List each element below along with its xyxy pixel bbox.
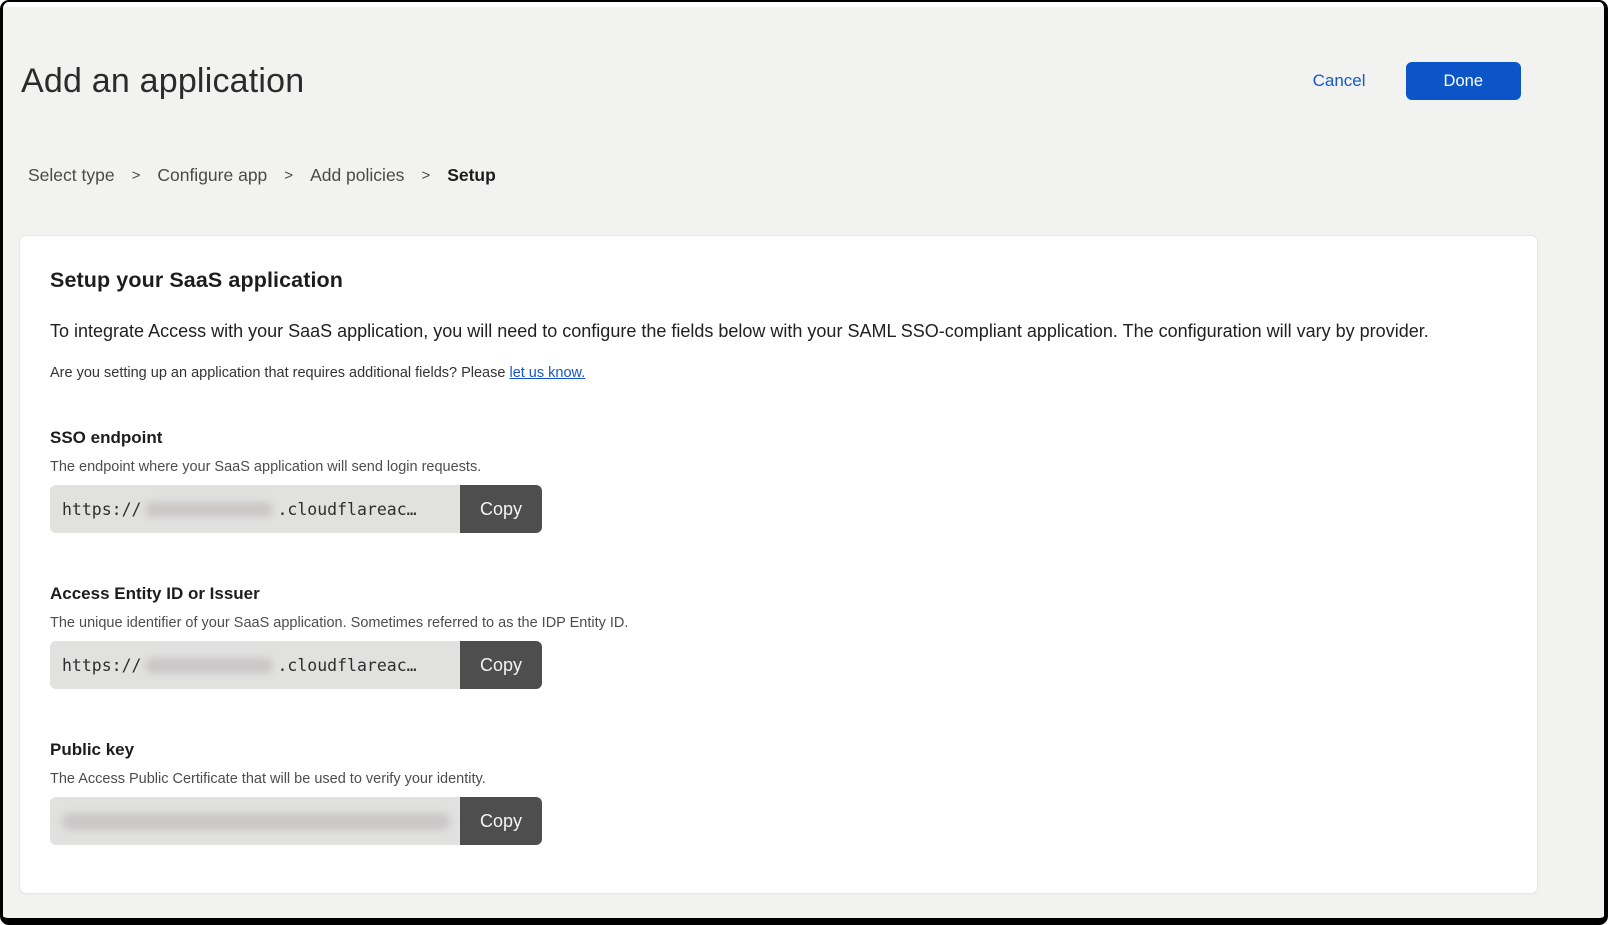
value-prefix: https:// xyxy=(62,656,141,675)
page-title: Add an application xyxy=(21,59,304,103)
redacted-value xyxy=(145,658,273,673)
copy-public-key-button[interactable]: Copy xyxy=(460,797,542,845)
cancel-button[interactable]: Cancel xyxy=(1313,71,1366,91)
field-description: The unique identifier of your SaaS appli… xyxy=(50,615,1507,631)
setup-card: Setup your SaaS application To integrate… xyxy=(19,235,1538,894)
let-us-know-link[interactable]: let us know. xyxy=(509,365,585,381)
top-strip xyxy=(3,2,1604,7)
value-prefix: https:// xyxy=(62,500,141,519)
breadcrumb-separator: > xyxy=(421,167,430,184)
field-label: Access Entity ID or Issuer xyxy=(50,584,1507,604)
page-header: Add an application Cancel Done xyxy=(21,59,1521,103)
field-public-key: Public key The Access Public Certificate… xyxy=(50,740,1507,845)
card-description: To integrate Access with your SaaS appli… xyxy=(50,318,1507,344)
header-actions: Cancel Done xyxy=(1313,62,1521,100)
breadcrumb-step-select-type[interactable]: Select type xyxy=(28,165,115,186)
value-row: https:// .cloudflareac… Copy xyxy=(50,641,542,689)
card-heading: Setup your SaaS application xyxy=(50,268,1507,293)
field-description: The endpoint where your SaaS application… xyxy=(50,459,1507,475)
sso-endpoint-value[interactable]: https:// .cloudflareac… xyxy=(50,485,460,533)
field-label: Public key xyxy=(50,740,1507,760)
copy-access-entity-id-button[interactable]: Copy xyxy=(460,641,542,689)
access-entity-id-value[interactable]: https:// .cloudflareac… xyxy=(50,641,460,689)
copy-sso-endpoint-button[interactable]: Copy xyxy=(460,485,542,533)
field-description: The Access Public Certificate that will … xyxy=(50,771,1507,787)
public-key-value[interactable] xyxy=(50,797,460,845)
breadcrumb-step-add-policies[interactable]: Add policies xyxy=(310,165,404,186)
field-label: SSO endpoint xyxy=(50,428,1507,448)
field-access-entity-id: Access Entity ID or Issuer The unique id… xyxy=(50,584,1507,689)
card-note-text: Are you setting up an application that r… xyxy=(50,365,509,381)
breadcrumb-separator: > xyxy=(132,167,141,184)
value-suffix: .cloudflareac… xyxy=(277,500,416,519)
redacted-value xyxy=(62,813,450,830)
breadcrumb: Select type > Configure app > Add polici… xyxy=(28,165,1604,186)
redacted-value xyxy=(145,502,273,517)
value-suffix: .cloudflareac… xyxy=(277,656,416,675)
breadcrumb-separator: > xyxy=(284,167,293,184)
value-row: https:// .cloudflareac… Copy xyxy=(50,485,542,533)
card-note: Are you setting up an application that r… xyxy=(50,365,1507,381)
breadcrumb-step-configure-app[interactable]: Configure app xyxy=(157,165,267,186)
field-sso-endpoint: SSO endpoint The endpoint where your Saa… xyxy=(50,428,1507,533)
breadcrumb-step-setup: Setup xyxy=(447,165,496,186)
done-button[interactable]: Done xyxy=(1406,62,1521,100)
value-row: Copy xyxy=(50,797,542,845)
screenshot-frame: Add an application Cancel Done Select ty… xyxy=(0,0,1608,925)
